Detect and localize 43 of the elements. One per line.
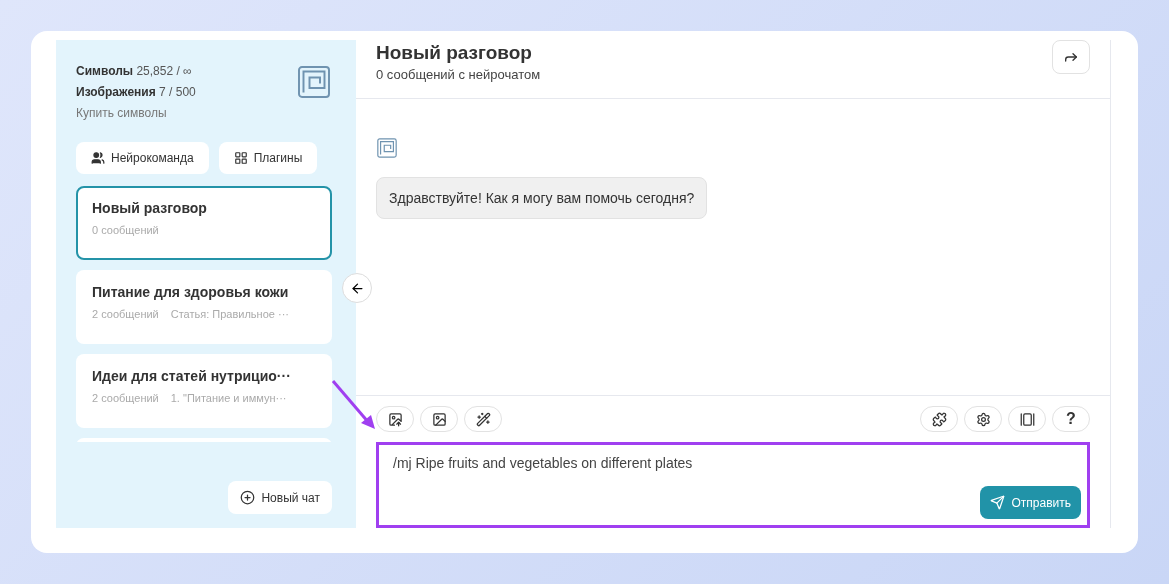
new-chat-button[interactable]: Новый чат: [228, 481, 332, 514]
puzzle-icon: [931, 411, 947, 427]
settings-icon: [975, 411, 991, 427]
buy-symbols-link[interactable]: Купить символы: [76, 106, 196, 120]
message-bubble: Здравствуйте! Как я могу вам помочь сегодня?: [376, 177, 708, 219]
annotation-arrow: [331, 379, 377, 431]
team-button[interactable]: Нейрокоманда: [76, 142, 209, 174]
chat-title: Новый разговор: [376, 42, 533, 64]
image-button[interactable]: [420, 406, 458, 432]
upload-button[interactable]: [376, 406, 414, 432]
settings-button[interactable]: [964, 406, 1002, 432]
chat-title: Идеи для статей нутрицио···: [92, 368, 292, 384]
plugins-button[interactable]: Плагины: [218, 142, 318, 174]
message-count: 2 сообщений: [92, 308, 159, 320]
magic-wand-button[interactable]: [464, 406, 502, 432]
chat-title: Питание для здоровья кожи: [92, 284, 290, 300]
send-button[interactable]: Отправить: [980, 486, 1081, 519]
chat-item[interactable]: Новый разговор 0 сообщений: [76, 186, 332, 260]
send-icon: [990, 495, 1006, 510]
gallery-icon: [1019, 411, 1035, 427]
logo-icon: [376, 137, 398, 159]
plus-icon: [240, 490, 256, 505]
upload-icon: [387, 411, 403, 427]
chat-preview: 1. "Питание и иммун···: [170, 392, 287, 404]
grid-icon: [233, 151, 248, 165]
share-button[interactable]: [1052, 40, 1090, 74]
gallery-button[interactable]: [1008, 406, 1046, 432]
message-count: 2 сообщений: [92, 392, 159, 404]
chat-item[interactable]: Питание для здоровья кожи 2 сообщений Статья: Правильное ···: [76, 270, 332, 344]
message-count: 0 сообщений: [92, 224, 159, 236]
chat-subtitle: 0 сообщений с нейрочатом: [376, 67, 541, 82]
chat-item[interactable]: Идеи для статей нутрицио··· 2 сообщений 1. "Питание и иммун···: [76, 354, 332, 428]
logo-icon: [296, 64, 332, 100]
chat-title: Новый разговор: [92, 200, 208, 216]
puzzle-button[interactable]: [920, 406, 958, 432]
message-input[interactable]: /mj Ripe fruits and vegetables on different plates Отправить: [376, 442, 1090, 528]
usage-stat: Изображения 7 / 500: [76, 85, 196, 99]
magic-wand-icon: [475, 411, 491, 427]
help-button[interactable]: ?: [1052, 406, 1090, 432]
people-icon: [91, 151, 105, 165]
chat-preview: Статья: Правильное ···: [170, 308, 289, 320]
usage-stat: Символы 25,852 / ∞: [76, 64, 193, 78]
image-icon: [431, 411, 447, 427]
